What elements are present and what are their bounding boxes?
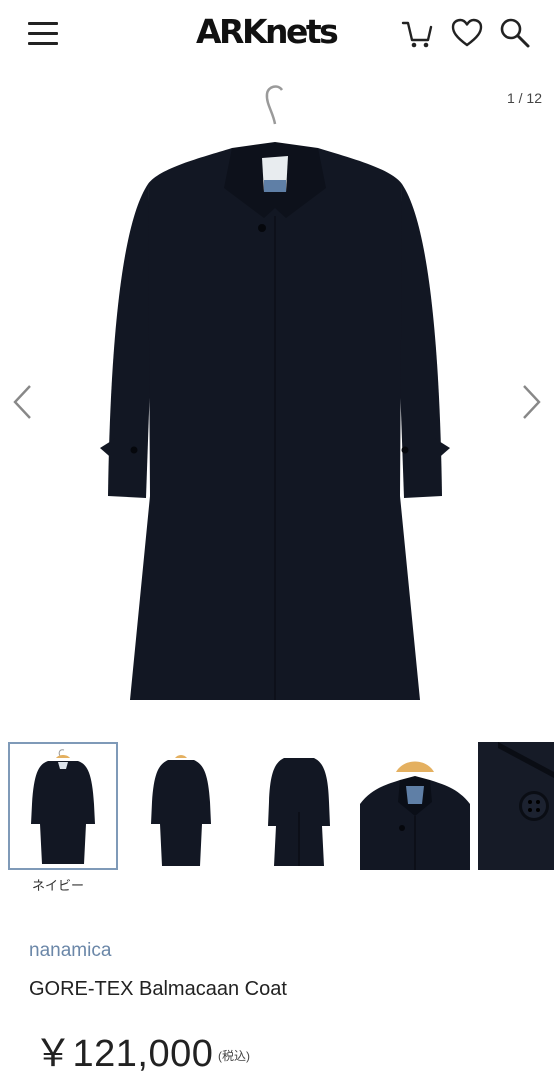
product-title: GORE-TEX Balmacaan Coat <box>29 978 287 1000</box>
tax-note: (税込) <box>218 1049 250 1063</box>
thumbnail-button-closeup[interactable] <box>478 742 554 870</box>
image-counter: 1 / 12 <box>506 90 542 106</box>
chevron-right-icon[interactable] <box>518 382 544 422</box>
thumbnail-coat-front[interactable] <box>126 742 236 870</box>
thumbnail-coat-back[interactable] <box>244 742 354 870</box>
chevron-left-icon[interactable] <box>10 382 36 422</box>
product-price: ￥121,000 <box>34 1033 214 1075</box>
menu-icon[interactable] <box>26 20 62 48</box>
thumbnail-coat-front-hanger[interactable] <box>8 742 118 870</box>
site-header: ARKnets <box>0 0 554 70</box>
heart-icon[interactable] <box>450 16 484 50</box>
brand-link[interactable]: nanamica <box>29 940 111 962</box>
site-logo[interactable]: ARKnets <box>196 12 339 51</box>
coat-main-image <box>100 85 450 700</box>
thumbnail-collar-closeup[interactable] <box>360 742 470 870</box>
search-icon[interactable] <box>498 16 532 50</box>
cart-icon[interactable] <box>400 16 434 50</box>
product-image-gallery[interactable]: 1 / 12 <box>0 76 554 726</box>
thumbnail-strip: ネイビー <box>0 742 554 893</box>
selected-color-label: ネイビー <box>32 878 85 893</box>
